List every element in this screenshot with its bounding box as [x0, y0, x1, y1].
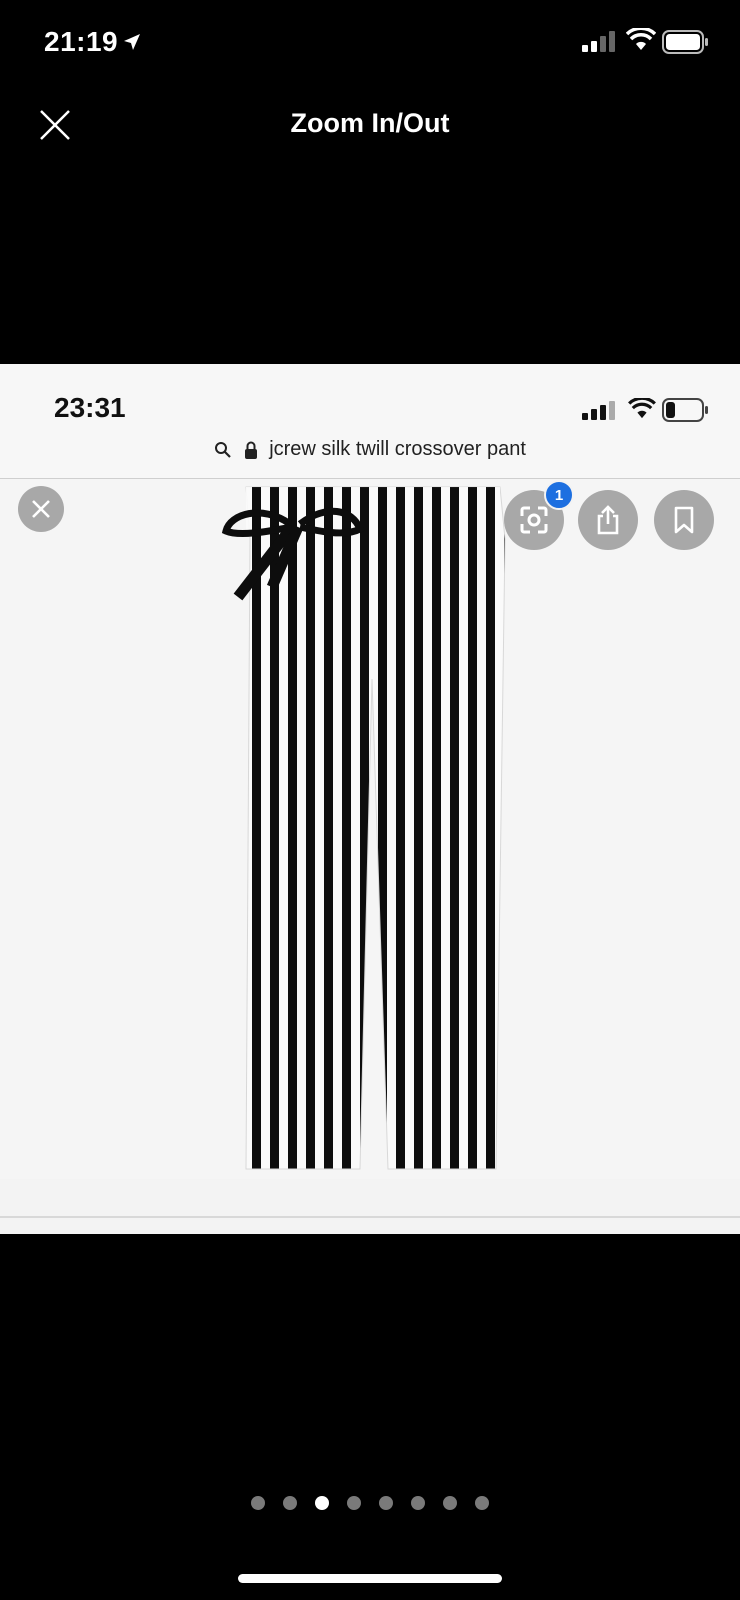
inner-wifi-icon: [628, 398, 656, 419]
page-title: Zoom In/Out: [290, 108, 450, 138]
page-dot[interactable]: [411, 1496, 425, 1510]
inner-cellular-signal-icon: [582, 401, 615, 420]
page-dot[interactable]: [315, 1496, 329, 1510]
page-dot[interactable]: [379, 1496, 393, 1510]
cellular-signal-icon: [582, 31, 615, 52]
inner-browser-header: 23:31 jcrew silk twill crossover pant: [0, 364, 740, 479]
location-arrow-icon: [124, 34, 140, 50]
inner-battery-icon: [662, 398, 708, 422]
url-bar[interactable]: jcrew silk twill crossover pant: [0, 438, 740, 461]
share-button[interactable]: [578, 490, 638, 550]
product-image: [0, 479, 740, 1179]
page-dot[interactable]: [251, 1496, 265, 1510]
lock-icon: [244, 441, 257, 459]
dismiss-button[interactable]: [18, 486, 64, 532]
close-icon: [32, 500, 50, 518]
bookmark-button[interactable]: [654, 490, 714, 550]
page-dot[interactable]: [347, 1496, 361, 1510]
home-indicator[interactable]: [238, 1574, 502, 1583]
bookmark-icon: [674, 506, 694, 534]
page-dot[interactable]: [475, 1496, 489, 1510]
lens-icon: [520, 506, 548, 534]
share-icon: [597, 505, 619, 535]
inner-status-time: 23:31: [54, 392, 126, 423]
url-text: jcrew silk twill crossover pant: [269, 438, 526, 461]
zoomable-image[interactable]: 23:31 jcrew silk twill crossover pant: [0, 364, 740, 1234]
divider: [0, 1216, 740, 1218]
page-dot[interactable]: [283, 1496, 297, 1510]
lens-count-badge: 1: [544, 480, 574, 510]
battery-icon: [662, 30, 708, 54]
wifi-icon: [626, 28, 656, 50]
status-time: 21:19: [44, 26, 119, 57]
page-dot[interactable]: [443, 1496, 457, 1510]
page-indicator: [0, 1496, 740, 1510]
search-icon: [215, 441, 231, 458]
